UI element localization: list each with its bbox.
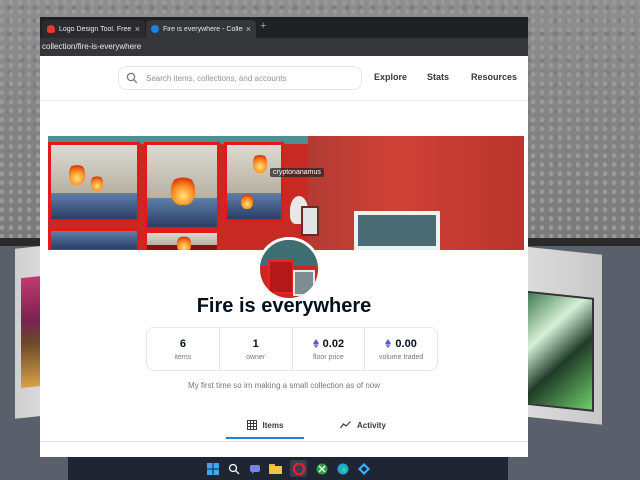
browser-window: Logo Design Tool. Free and × Fire is eve… (40, 17, 528, 457)
search-input[interactable] (144, 72, 358, 84)
banner-artwork-3 (224, 142, 284, 222)
tab-activity-label: Activity (357, 420, 386, 430)
art-sea (227, 193, 281, 219)
stat-value: 1 (252, 337, 259, 350)
fire-shape (171, 175, 195, 205)
username-tag: cryptonanamus (270, 168, 324, 177)
activity-chart-icon (340, 421, 351, 429)
banner-artwork-2 (144, 142, 220, 230)
fire-shape (177, 235, 191, 250)
stat-value-row: 0.00 (385, 337, 417, 350)
stat-label: floor price (313, 353, 344, 361)
fire-shape (69, 163, 85, 185)
tab-title: Logo Design Tool. Free and (59, 25, 132, 33)
search-icon[interactable] (227, 462, 240, 475)
stat-owner[interactable]: 1 owner (220, 328, 293, 370)
edge-browser-icon[interactable] (336, 462, 349, 475)
opera-browser-icon[interactable] (290, 460, 307, 477)
vscode-icon[interactable] (357, 462, 370, 475)
collection-stats: 6 items 1 owner 0.02 floor price 0.00 vo… (146, 327, 438, 371)
stat-value: 0.00 (395, 337, 417, 350)
close-icon[interactable]: × (135, 24, 140, 34)
nav-stats[interactable]: Stats (427, 72, 449, 82)
stat-label: owner (246, 353, 266, 361)
avatar-art (268, 260, 294, 294)
site-header: Explore Stats Resources (40, 56, 528, 101)
chat-icon[interactable] (248, 462, 261, 475)
opensea-favicon-icon (151, 25, 159, 33)
search-box[interactable] (118, 66, 362, 90)
new-tab-button[interactable]: + (260, 20, 266, 32)
stat-value: 0.02 (322, 337, 345, 350)
xbox-icon[interactable] (315, 462, 328, 475)
ethereum-icon (385, 339, 392, 348)
close-icon[interactable]: × (246, 24, 251, 34)
banner-artwork-4 (144, 230, 220, 250)
ethereum-icon (312, 339, 319, 348)
collection-avatar[interactable] (257, 237, 321, 301)
file-explorer-icon[interactable] (269, 462, 282, 475)
stat-volume-traded[interactable]: 0.00 volume traded (365, 328, 437, 370)
windows-taskbar (68, 457, 508, 480)
avatar-doorway (293, 270, 315, 296)
stat-value: 6 (179, 337, 186, 350)
windows-start-icon[interactable] (206, 462, 219, 475)
fire-shape (241, 193, 253, 209)
art-sea (51, 193, 137, 219)
stat-items[interactable]: 6 items (147, 328, 220, 370)
banner-small-frame (301, 206, 319, 236)
browser-tab-logo-tool[interactable]: Logo Design Tool. Free and × (42, 20, 145, 38)
gallery-right-artwork (518, 289, 594, 412)
collection-banner: cryptonanamus (48, 136, 524, 250)
banner-artwork-5 (48, 228, 140, 250)
stat-value-row: 0.02 (312, 337, 345, 350)
grid-icon (246, 420, 257, 430)
nav-resources[interactable]: Resources (471, 72, 517, 82)
stat-label: items (174, 353, 192, 361)
tab-activity[interactable]: Activity (340, 413, 386, 437)
tab-items-label: Items (262, 420, 284, 430)
url-text[interactable]: collection/fire-is-everywhere (42, 42, 141, 51)
browser-tab-bar: Logo Design Tool. Free and × Fire is eve… (40, 17, 528, 38)
stat-label: volume traded (378, 353, 424, 361)
collection-page: Explore Stats Resources (40, 56, 528, 457)
banner-artwork-1 (48, 142, 140, 222)
stat-floor-price[interactable]: 0.02 floor price (293, 328, 366, 370)
art-sea (51, 231, 137, 249)
banner-doorway (354, 211, 440, 250)
search-icon (126, 72, 138, 84)
tab-title: Fire is everywhere - Collect (163, 25, 243, 33)
address-bar[interactable]: collection/fire-is-everywhere (40, 38, 528, 56)
nav-explore[interactable]: Explore (374, 72, 407, 82)
fire-shape (91, 175, 103, 191)
flame-favicon-icon (47, 25, 55, 33)
fire-shape (253, 153, 267, 173)
browser-tab-fire-collection[interactable]: Fire is everywhere - Collect × (146, 20, 256, 38)
tab-items[interactable]: Items (226, 413, 304, 439)
